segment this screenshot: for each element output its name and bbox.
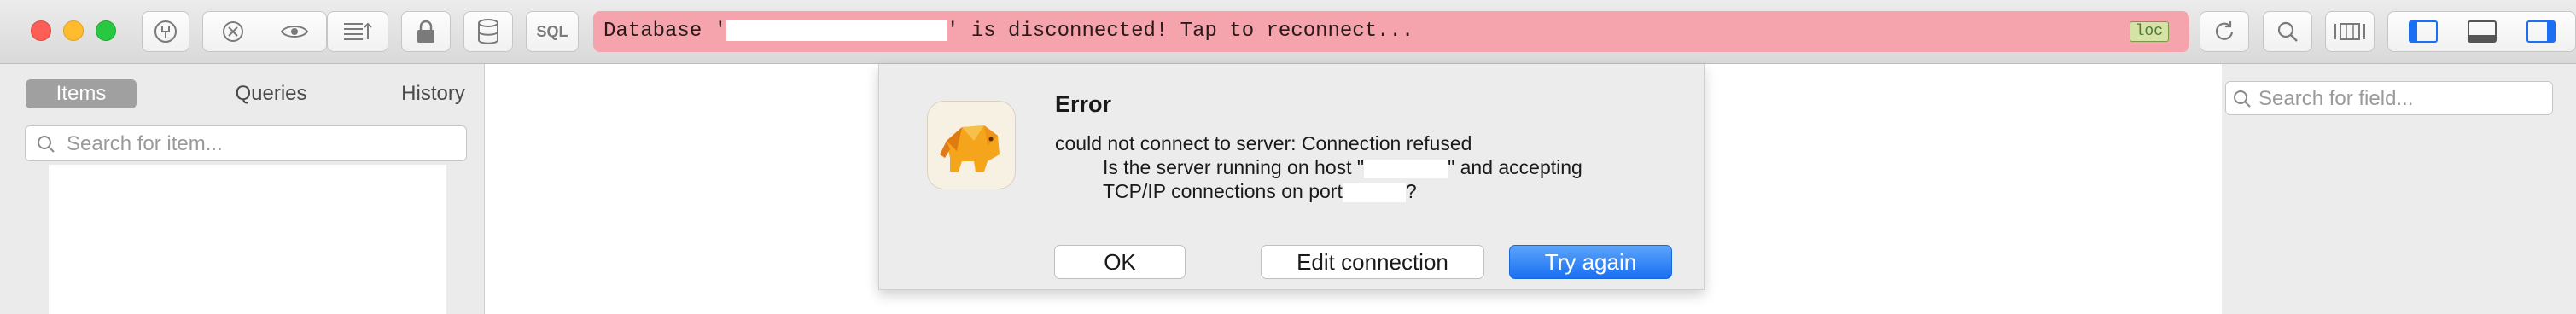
minimize-traffic-light-icon[interactable] [63,20,84,41]
right-panel-icon[interactable] [2526,20,2556,44]
field-search-input[interactable]: Search for field... [2225,81,2553,115]
tab-items[interactable]: Items [26,79,137,108]
error-message-line-3: TCP/IP connections on port? [1103,180,1417,202]
zoom-traffic-light-icon[interactable] [96,20,116,41]
sort-rows-icon [344,22,372,40]
connection-plug-icon [154,20,177,43]
try-again-button[interactable]: Try again [1509,245,1672,279]
search-icon [2277,21,2298,42]
query-actions-group [202,11,327,52]
error-message-line-1: could not connect to server: Connection … [1055,132,1472,154]
refresh-button[interactable] [2200,11,2249,52]
items-list [49,165,446,314]
elephant-app-icon [927,101,1016,189]
columns-view-button[interactable] [2325,11,2375,52]
disconnected-banner[interactable]: Database ' ' is disconnected! Tap to reco… [593,11,2189,52]
eye-icon[interactable] [279,19,310,44]
sql-button[interactable]: SQL [526,11,579,52]
refresh-icon [2215,21,2234,40]
tab-history[interactable]: History [367,79,499,108]
banner-message: Database ' ' is disconnected! Tap to reco… [603,20,1414,43]
bottom-panel-icon[interactable] [2467,20,2497,44]
search-button[interactable] [2263,11,2312,52]
layout-toggle-group [2387,11,2576,52]
edit-connection-button[interactable]: Edit connection [1261,245,1484,279]
stop-icon[interactable] [220,19,246,44]
dialog-title: Error [1055,91,1112,117]
search-icon [2234,90,2251,108]
sort-rows-button[interactable] [327,11,388,52]
right-panel: Search for field... [2223,64,2576,314]
columns-view-icon [2334,23,2365,40]
ok-button[interactable]: OK [1054,245,1186,279]
item-search-input[interactable]: Search for item... [25,125,467,161]
database-button[interactable] [463,11,513,52]
sidebar-tabs: Items Queries History [26,79,465,110]
close-traffic-light-icon[interactable] [31,20,51,41]
lock-icon [417,20,434,43]
connection-button[interactable] [142,11,189,52]
toolbar: SQL Database ' ' is disconnected! Tap to … [0,0,2576,64]
lock-button[interactable] [401,11,451,52]
database-icon [478,19,498,44]
error-message-line-2: Is the server running on host " " and acc… [1103,156,1582,178]
error-dialog: Error could not connect to server: Conne… [878,64,1705,290]
sidebar: Items Queries History Search for item... [0,64,485,314]
left-panel-icon[interactable] [2408,20,2439,44]
tab-queries[interactable]: Queries [196,79,346,108]
loc-badge: loc [2129,21,2169,42]
search-icon [38,136,55,153]
